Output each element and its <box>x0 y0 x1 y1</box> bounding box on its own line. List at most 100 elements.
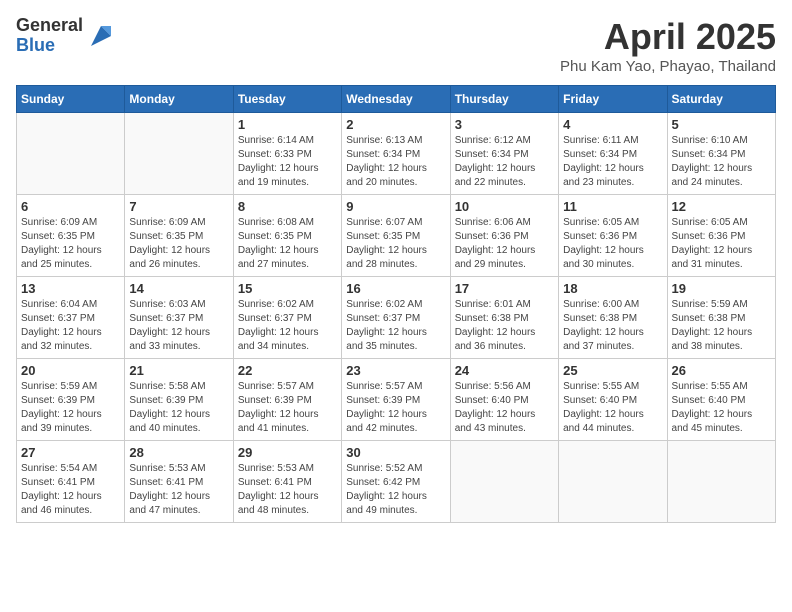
calendar-cell: 11 Sunrise: 6:05 AM Sunset: 6:36 PM Dayli… <box>559 195 667 277</box>
calendar-cell <box>125 113 233 195</box>
calendar-cell: 23 Sunrise: 5:57 AM Sunset: 6:39 PM Dayli… <box>342 359 450 441</box>
day-number: 30 <box>346 445 445 460</box>
day-number: 3 <box>455 117 554 132</box>
day-number: 29 <box>238 445 337 460</box>
day-detail: Sunrise: 5:55 AM Sunset: 6:40 PM Dayligh… <box>672 380 771 436</box>
day-detail: Sunrise: 5:59 AM Sunset: 6:39 PM Dayligh… <box>21 380 120 436</box>
calendar-week-row: 6 Sunrise: 6:09 AM Sunset: 6:35 PM Daylig… <box>17 195 776 277</box>
day-number: 2 <box>346 117 445 132</box>
day-number: 26 <box>672 363 771 378</box>
day-of-week-header: Saturday <box>667 86 775 113</box>
calendar-week-row: 1Sunrise: 6:14 AM Sunset: 6:33 PM Daylig… <box>17 113 776 195</box>
calendar-body: 1Sunrise: 6:14 AM Sunset: 6:33 PM Daylig… <box>17 113 776 523</box>
calendar-cell: 1Sunrise: 6:14 AM Sunset: 6:33 PM Daylig… <box>233 113 341 195</box>
day-number: 24 <box>455 363 554 378</box>
calendar-cell: 19 Sunrise: 5:59 AM Sunset: 6:38 PM Dayli… <box>667 277 775 359</box>
calendar-cell: 20 Sunrise: 5:59 AM Sunset: 6:39 PM Dayli… <box>17 359 125 441</box>
day-detail: Sunrise: 5:53 AM Sunset: 6:41 PM Dayligh… <box>129 462 228 518</box>
day-number: 28 <box>129 445 228 460</box>
day-number: 25 <box>563 363 662 378</box>
calendar-week-row: 27 Sunrise: 5:54 AM Sunset: 6:41 PM Dayli… <box>17 441 776 523</box>
calendar-cell: 27 Sunrise: 5:54 AM Sunset: 6:41 PM Dayli… <box>17 441 125 523</box>
calendar-cell: 16Sunrise: 6:02 AM Sunset: 6:37 PM Dayli… <box>342 277 450 359</box>
day-detail: Sunrise: 6:14 AM Sunset: 6:33 PM Dayligh… <box>238 134 337 190</box>
calendar-cell: 28 Sunrise: 5:53 AM Sunset: 6:41 PM Dayli… <box>125 441 233 523</box>
day-detail: Sunrise: 5:54 AM Sunset: 6:41 PM Dayligh… <box>21 462 120 518</box>
day-detail: Sunrise: 6:01 AM Sunset: 6:38 PM Dayligh… <box>455 298 554 354</box>
day-number: 7 <box>129 199 228 214</box>
day-detail: Sunrise: 6:13 AM Sunset: 6:34 PM Dayligh… <box>346 134 445 190</box>
calendar-location: Phu Kam Yao, Phayao, Thailand <box>560 58 776 75</box>
day-detail: Sunrise: 5:52 AM Sunset: 6:42 PM Dayligh… <box>346 462 445 518</box>
day-number: 20 <box>21 363 120 378</box>
days-of-week-row: SundayMondayTuesdayWednesdayThursdayFrid… <box>17 86 776 113</box>
calendar-cell: 12 Sunrise: 6:05 AM Sunset: 6:36 PM Dayli… <box>667 195 775 277</box>
day-detail: Sunrise: 6:03 AM Sunset: 6:37 PM Dayligh… <box>129 298 228 354</box>
calendar-cell: 14Sunrise: 6:03 AM Sunset: 6:37 PM Dayli… <box>125 277 233 359</box>
logo-blue-text: Blue <box>16 36 83 56</box>
day-detail: Sunrise: 6:00 AM Sunset: 6:38 PM Dayligh… <box>563 298 662 354</box>
calendar-cell: 5 Sunrise: 6:10 AM Sunset: 6:34 PM Daylig… <box>667 113 775 195</box>
day-number: 16 <box>346 281 445 296</box>
title-block: April 2025 Phu Kam Yao, Phayao, Thailand <box>560 16 776 75</box>
day-detail: Sunrise: 5:59 AM Sunset: 6:38 PM Dayligh… <box>672 298 771 354</box>
calendar-week-row: 20 Sunrise: 5:59 AM Sunset: 6:39 PM Dayli… <box>17 359 776 441</box>
day-detail: Sunrise: 6:05 AM Sunset: 6:36 PM Dayligh… <box>563 216 662 272</box>
calendar-cell: 24 Sunrise: 5:56 AM Sunset: 6:40 PM Dayli… <box>450 359 558 441</box>
calendar-cell: 2 Sunrise: 6:13 AM Sunset: 6:34 PM Daylig… <box>342 113 450 195</box>
day-number: 4 <box>563 117 662 132</box>
day-detail: Sunrise: 5:57 AM Sunset: 6:39 PM Dayligh… <box>346 380 445 436</box>
day-number: 19 <box>672 281 771 296</box>
day-detail: Sunrise: 5:55 AM Sunset: 6:40 PM Dayligh… <box>563 380 662 436</box>
day-number: 6 <box>21 199 120 214</box>
day-detail: Sunrise: 6:08 AM Sunset: 6:35 PM Dayligh… <box>238 216 337 272</box>
calendar-cell: 21Sunrise: 5:58 AM Sunset: 6:39 PM Dayli… <box>125 359 233 441</box>
day-detail: Sunrise: 6:07 AM Sunset: 6:35 PM Dayligh… <box>346 216 445 272</box>
day-of-week-header: Friday <box>559 86 667 113</box>
day-of-week-header: Monday <box>125 86 233 113</box>
calendar-cell: 15 Sunrise: 6:02 AM Sunset: 6:37 PM Dayli… <box>233 277 341 359</box>
day-detail: Sunrise: 6:05 AM Sunset: 6:36 PM Dayligh… <box>672 216 771 272</box>
logo-icon <box>87 22 115 50</box>
day-number: 23 <box>346 363 445 378</box>
day-number: 22 <box>238 363 337 378</box>
day-detail: Sunrise: 5:57 AM Sunset: 6:39 PM Dayligh… <box>238 380 337 436</box>
day-number: 15 <box>238 281 337 296</box>
logo-general-text: General <box>16 16 83 36</box>
day-number: 17 <box>455 281 554 296</box>
day-detail: Sunrise: 6:09 AM Sunset: 6:35 PM Dayligh… <box>129 216 228 272</box>
calendar-cell: 10 Sunrise: 6:06 AM Sunset: 6:36 PM Dayli… <box>450 195 558 277</box>
calendar-cell: 13Sunrise: 6:04 AM Sunset: 6:37 PM Dayli… <box>17 277 125 359</box>
calendar-cell: 8 Sunrise: 6:08 AM Sunset: 6:35 PM Daylig… <box>233 195 341 277</box>
calendar-cell <box>667 441 775 523</box>
calendar-cell: 26 Sunrise: 5:55 AM Sunset: 6:40 PM Dayli… <box>667 359 775 441</box>
day-detail: Sunrise: 5:56 AM Sunset: 6:40 PM Dayligh… <box>455 380 554 436</box>
calendar-table: SundayMondayTuesdayWednesdayThursdayFrid… <box>16 85 776 523</box>
day-number: 8 <box>238 199 337 214</box>
calendar-cell: 30 Sunrise: 5:52 AM Sunset: 6:42 PM Dayli… <box>342 441 450 523</box>
day-number: 12 <box>672 199 771 214</box>
day-detail: Sunrise: 6:02 AM Sunset: 6:37 PM Dayligh… <box>238 298 337 354</box>
day-number: 18 <box>563 281 662 296</box>
calendar-cell: 3Sunrise: 6:12 AM Sunset: 6:34 PM Daylig… <box>450 113 558 195</box>
calendar-cell: 6 Sunrise: 6:09 AM Sunset: 6:35 PM Daylig… <box>17 195 125 277</box>
day-of-week-header: Thursday <box>450 86 558 113</box>
day-number: 21 <box>129 363 228 378</box>
day-number: 10 <box>455 199 554 214</box>
calendar-week-row: 13Sunrise: 6:04 AM Sunset: 6:37 PM Dayli… <box>17 277 776 359</box>
calendar-header: SundayMondayTuesdayWednesdayThursdayFrid… <box>17 86 776 113</box>
day-detail: Sunrise: 6:04 AM Sunset: 6:37 PM Dayligh… <box>21 298 120 354</box>
calendar-cell: 17 Sunrise: 6:01 AM Sunset: 6:38 PM Dayli… <box>450 277 558 359</box>
calendar-cell <box>559 441 667 523</box>
day-detail: Sunrise: 6:06 AM Sunset: 6:36 PM Dayligh… <box>455 216 554 272</box>
day-detail: Sunrise: 5:53 AM Sunset: 6:41 PM Dayligh… <box>238 462 337 518</box>
day-of-week-header: Wednesday <box>342 86 450 113</box>
day-detail: Sunrise: 6:09 AM Sunset: 6:35 PM Dayligh… <box>21 216 120 272</box>
calendar-cell: 29 Sunrise: 5:53 AM Sunset: 6:41 PM Dayli… <box>233 441 341 523</box>
day-number: 27 <box>21 445 120 460</box>
day-number: 5 <box>672 117 771 132</box>
calendar-cell: 9Sunrise: 6:07 AM Sunset: 6:35 PM Daylig… <box>342 195 450 277</box>
day-detail: Sunrise: 6:10 AM Sunset: 6:34 PM Dayligh… <box>672 134 771 190</box>
day-of-week-header: Sunday <box>17 86 125 113</box>
day-number: 11 <box>563 199 662 214</box>
